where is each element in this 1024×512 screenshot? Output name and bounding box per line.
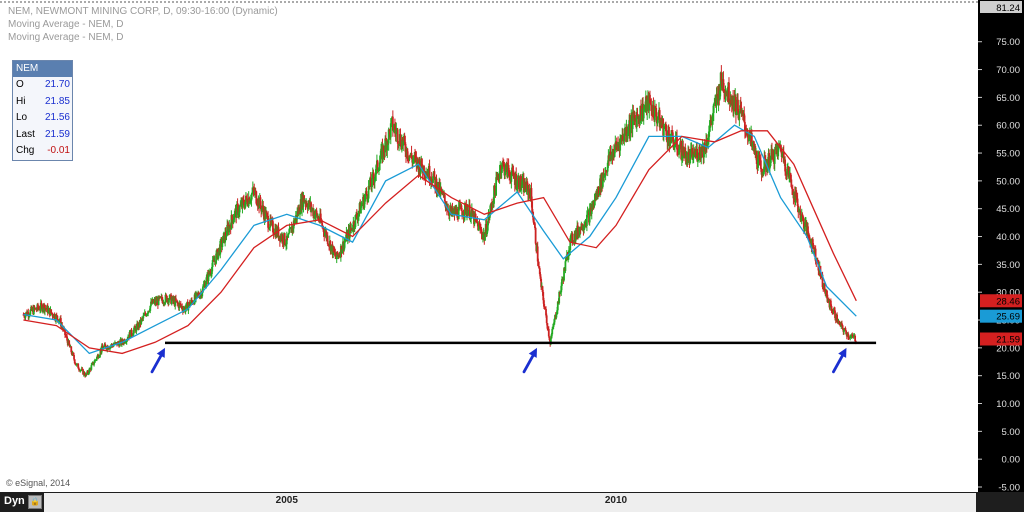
price-tag-label: 28.46: [996, 296, 1020, 307]
legend-label: Chg: [16, 145, 35, 156]
legend-value: 21.56: [44, 112, 70, 123]
candle-body: [232, 219, 235, 224]
y-tick-label: 55.00: [996, 149, 1020, 160]
candle-body: [326, 235, 329, 245]
time-axis[interactable]: 2005 2010: [44, 493, 976, 512]
candle-body: [738, 113, 741, 120]
legend-row-last: Last 21.59: [13, 126, 72, 143]
chart-area[interactable]: NEM, NEWMONT MINING CORP, D, 09:30-16:00…: [0, 0, 1024, 512]
y-tick-label: -5.00: [998, 483, 1020, 493]
candle-body: [662, 127, 665, 136]
y-tick-label: 5.00: [1002, 427, 1021, 438]
copyright-text: © eSignal, 2014: [6, 478, 71, 488]
candle-body: [73, 355, 75, 360]
legend-label: O: [16, 79, 24, 90]
legend-value: 21.85: [44, 95, 70, 107]
price-axis[interactable]: 75.00 70.00 65.00 60.00 55.00 50.00 45.00 40.00…: [978, 0, 1024, 494]
legend-symbol: NEM: [13, 61, 72, 77]
lock-icon[interactable]: 🔒: [28, 495, 42, 509]
y-tick-label: 0.00: [1002, 455, 1021, 466]
legend-value: 21.70: [44, 79, 70, 90]
price-chart-svg: [0, 0, 978, 492]
dynamic-mode-label[interactable]: Dyn: [4, 495, 25, 507]
candle-body: [836, 314, 838, 323]
candle-body: [802, 216, 805, 219]
y-tick-label: 75.00: [996, 37, 1020, 48]
candle-body: [93, 362, 96, 365]
candle-body: [175, 298, 177, 302]
y-tick-label: 45.00: [996, 204, 1020, 215]
y-tick-label: 10.00: [996, 399, 1020, 410]
candle-body: [378, 162, 381, 171]
candle-body: [56, 315, 59, 320]
candle-body: [50, 309, 53, 313]
legend-label: Last: [16, 128, 35, 140]
legend-label: Lo: [16, 112, 28, 123]
quote-legend-box: NEM O 21.70 Hi 21.85 Lo 21.56 Last 21.59…: [12, 60, 73, 161]
legend-row-low: Lo 21.56: [13, 110, 72, 127]
legend-row-open: O 21.70: [13, 77, 72, 94]
y-tick-label: 60.00: [996, 121, 1020, 132]
candle-body: [283, 233, 286, 245]
candle-body: [547, 328, 550, 337]
x-tick-label: 2010: [604, 495, 628, 506]
candle-body: [287, 232, 290, 235]
plot-background: [0, 0, 978, 492]
legend-row-high: Hi 21.85: [13, 93, 72, 110]
y-tick-label: 50.00: [996, 176, 1020, 187]
candle-body: [476, 221, 479, 224]
candle-body: [238, 206, 241, 213]
legend-label: Hi: [16, 95, 26, 107]
chart-header-line2: Moving Average - NEM, D: [8, 19, 124, 30]
candle-body: [773, 149, 776, 164]
candle-body: [564, 261, 567, 271]
y-tick-label: 65.00: [996, 93, 1020, 104]
candle-body: [231, 215, 233, 220]
candle-body: [790, 179, 793, 187]
y-tick-label: 15.00: [996, 371, 1020, 382]
legend-value: 21.59: [44, 128, 70, 140]
candle-body: [433, 171, 436, 178]
chart-header-line1: NEM, NEWMONT MINING CORP, D, 09:30-16:00…: [8, 6, 278, 17]
x-tick-label: 2005: [275, 495, 298, 506]
candle-body: [495, 177, 498, 196]
candle-body: [142, 315, 145, 319]
price-axis-svg: 75.00 70.00 65.00 60.00 55.00 50.00 45.00 40.00…: [978, 1, 1022, 494]
legend-row-change: Chg -0.01: [13, 143, 72, 160]
candle-body: [795, 190, 798, 197]
candle-body: [552, 324, 555, 327]
candle-body: [684, 147, 687, 153]
candle-body: [534, 227, 537, 244]
candle-body: [221, 243, 224, 248]
price-tag-label: 25.69: [996, 312, 1020, 323]
price-tag-label: 21.59: [996, 335, 1020, 346]
candle-body: [443, 194, 446, 202]
candle-body: [545, 315, 548, 324]
y-tick-label: 35.00: [996, 260, 1020, 271]
candle-body: [759, 160, 762, 169]
chart-header-line3: Moving Average - NEM, D: [8, 32, 124, 43]
y-tick-label: 40.00: [996, 232, 1020, 243]
legend-value: -0.01: [47, 145, 70, 156]
candle-body: [90, 365, 93, 370]
top-value-label: 81.24: [996, 3, 1020, 14]
y-tick-label: 70.00: [996, 65, 1020, 76]
